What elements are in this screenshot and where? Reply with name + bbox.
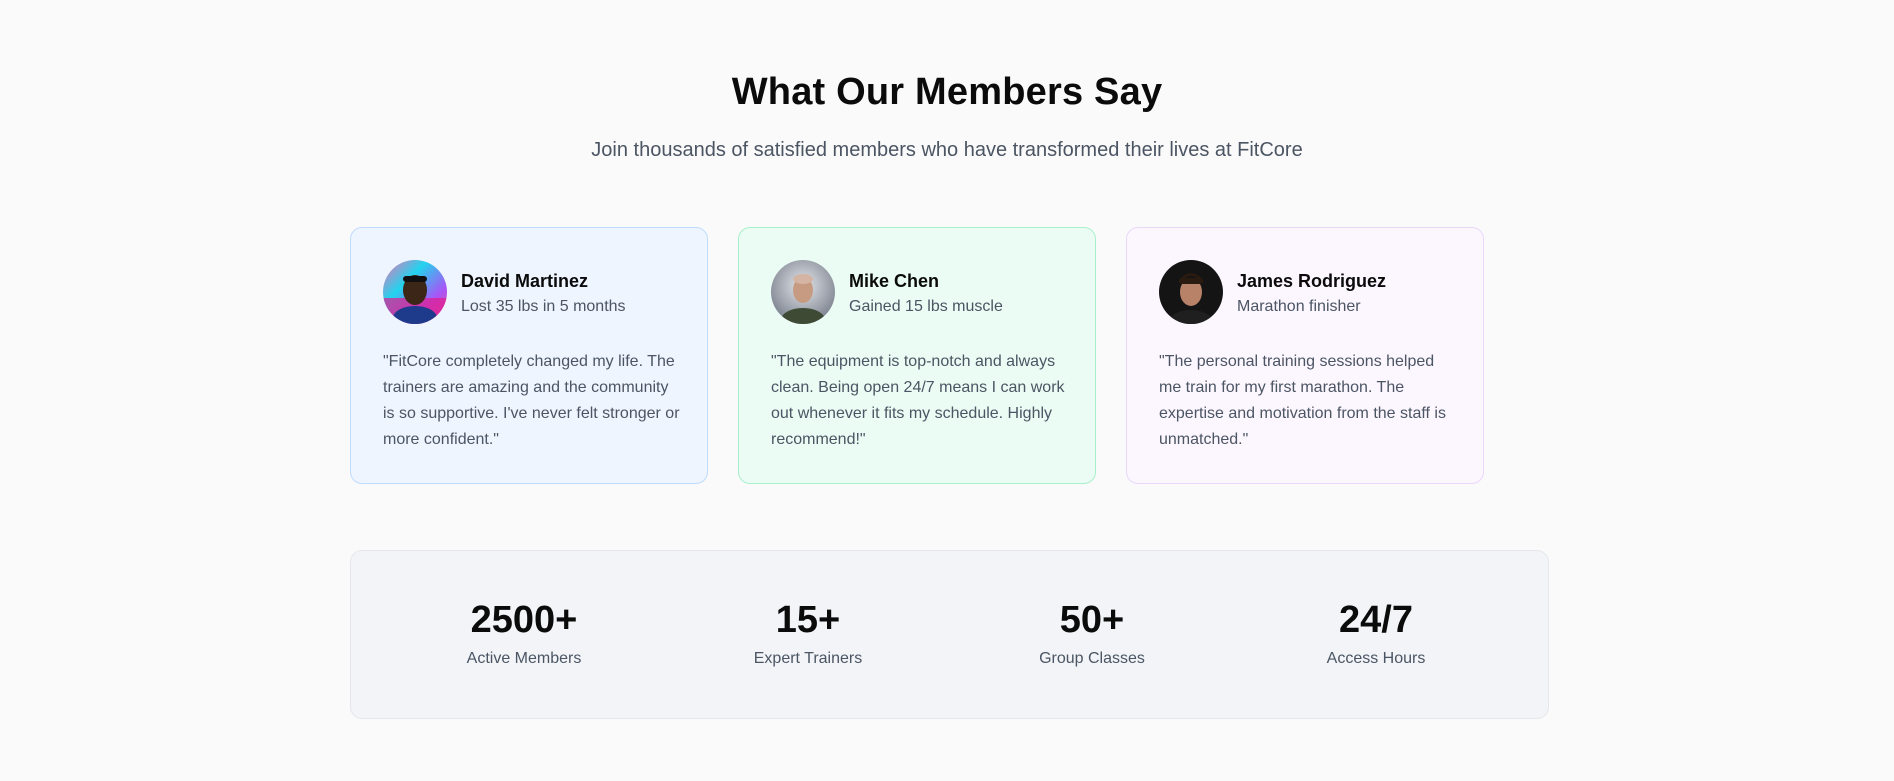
stat-value: 24/7 <box>1339 599 1413 641</box>
avatar <box>771 260 835 324</box>
stat-label: Access Hours <box>1326 650 1426 667</box>
section-title: What Our Members Say <box>731 71 1163 113</box>
stat-value: 2500+ <box>470 599 578 641</box>
member-result: Gained 15 lbs muscle <box>849 298 1003 315</box>
avatar <box>383 260 447 324</box>
testimonial-card: James Rodriguez Marathon finisher "The p… <box>1126 227 1484 484</box>
member-result: Marathon finisher <box>1237 298 1361 315</box>
avatar <box>1159 260 1223 324</box>
stat-label: Expert Trainers <box>753 650 863 667</box>
stat-expert-trainers: 15+ Expert Trainers <box>678 597 938 669</box>
section-subtitle: Join thousands of satisfied members who … <box>591 139 1303 161</box>
testimonials-section: What Our Members Say Join thousands of s… <box>0 0 1894 781</box>
testimonial-cards: David Martinez Lost 35 lbs in 5 months "… <box>350 227 1490 486</box>
testimonial-card: Mike Chen Gained 15 lbs muscle "The equi… <box>738 227 1096 484</box>
member-result: Lost 35 lbs in 5 months <box>461 298 626 315</box>
stat-active-members: 2500+ Active Members <box>394 597 654 669</box>
member-name: Mike Chen <box>849 271 940 291</box>
stat-group-classes: 50+ Group Classes <box>962 597 1222 669</box>
stats-panel: 2500+ Active Members 15+ Expert Trainers… <box>350 550 1549 719</box>
member-name: David Martinez <box>461 271 589 291</box>
avatar-photo-david <box>383 260 447 324</box>
stat-label: Active Members <box>466 650 582 667</box>
testimonial-quote: "FitCore completely changed my life. The… <box>383 353 680 448</box>
stat-value: 15+ <box>775 599 841 641</box>
testimonial-quote: "The equipment is top-notch and always c… <box>771 353 1065 448</box>
member-name: James Rodriguez <box>1237 271 1387 291</box>
testimonial-card: David Martinez Lost 35 lbs in 5 months "… <box>350 227 708 484</box>
stat-value: 50+ <box>1059 599 1125 641</box>
stat-access-hours: 24/7 Access Hours <box>1246 597 1506 669</box>
avatar-photo-mike <box>771 260 835 324</box>
stat-label: Group Classes <box>1039 650 1145 667</box>
avatar-photo-james <box>1159 260 1223 324</box>
testimonial-quote: "The personal training sessions helped m… <box>1159 353 1446 448</box>
